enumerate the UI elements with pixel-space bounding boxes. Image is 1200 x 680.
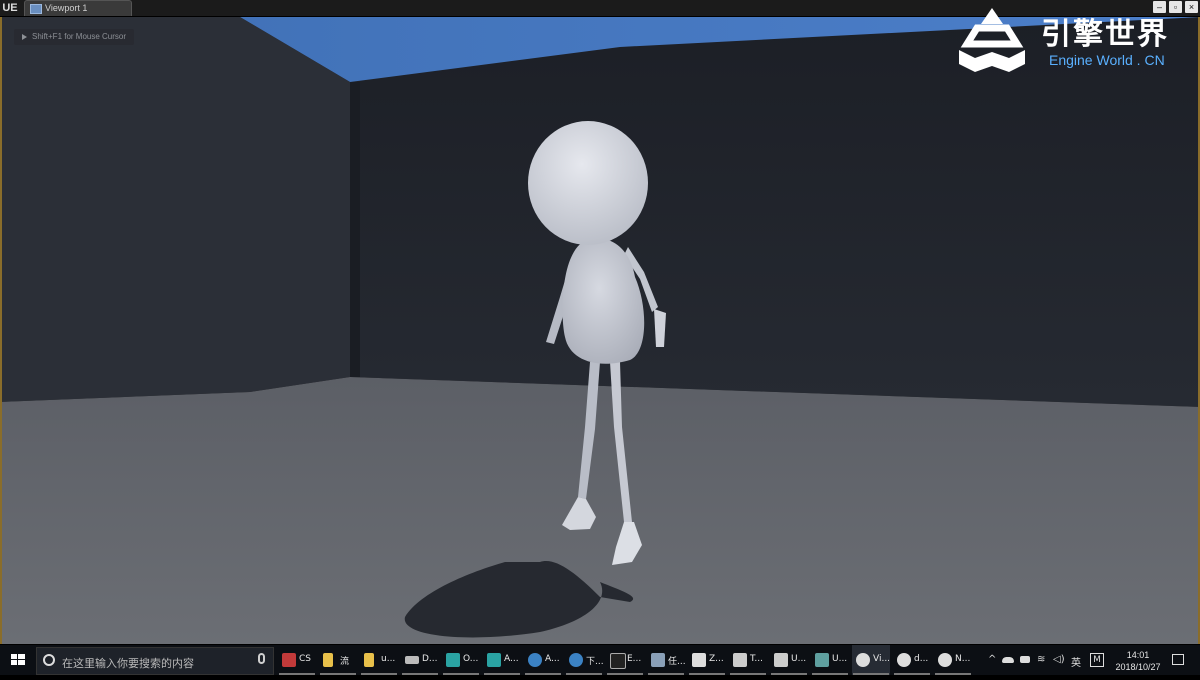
- network-icon[interactable]: ≋: [1037, 654, 1045, 665]
- ime-indicator[interactable]: M: [1090, 653, 1104, 667]
- taskbar-app[interactable]: d...: [893, 645, 931, 675]
- tab-viewport[interactable]: Viewport 1: [24, 0, 132, 16]
- taskbar-app-label: Vi...: [873, 654, 891, 664]
- uv-icon: [774, 653, 788, 667]
- unreal-icon: [938, 653, 952, 667]
- taskbar-app[interactable]: D...: [401, 645, 439, 675]
- taskbar-app[interactable]: U...: [770, 645, 808, 675]
- folder-icon: [364, 653, 374, 667]
- taskbar-app-label: N...: [955, 654, 971, 664]
- epic-icon: [610, 653, 626, 669]
- engine-world-logo-icon: [959, 8, 1025, 72]
- tool-icon: [733, 653, 747, 667]
- engine-world-watermark: 引擎世界 Engine World . CN: [955, 6, 1185, 76]
- cloud-icon[interactable]: [1002, 657, 1014, 663]
- microphone-icon[interactable]: [258, 653, 265, 664]
- taskbar-app-label: D...: [422, 654, 438, 664]
- taskbar-app-label: T...: [750, 654, 764, 664]
- download-icon: [569, 653, 583, 667]
- clock-time: 14:01: [1126, 650, 1150, 660]
- notification-icon[interactable]: [1172, 654, 1184, 665]
- taskbar-app-label: A...: [545, 654, 560, 664]
- taskbar-app[interactable]: 下...: [565, 645, 604, 675]
- taskbar-app-label: E...: [627, 654, 642, 664]
- taskbar-app[interactable]: Vi...: [852, 645, 890, 675]
- viewport-icon: [30, 4, 42, 14]
- app-icon: [528, 653, 542, 667]
- search-placeholder: 在这里输入你要搜索的内容: [62, 657, 194, 670]
- watermark-subtitle: Engine World . CN: [1049, 52, 1165, 68]
- taskbar-app[interactable]: u...: [360, 645, 398, 675]
- taskbar-app[interactable]: CS: [278, 645, 316, 675]
- photoshop-icon: [282, 653, 296, 667]
- taskbar-app-label: O...: [463, 654, 479, 664]
- taskbar-app[interactable]: T...: [729, 645, 767, 675]
- volume-icon[interactable]: ◁): [1053, 654, 1065, 665]
- viewport-3d[interactable]: Shift+F1 for Mouse Cursor: [0, 17, 1200, 644]
- taskbar-app[interactable]: E...: [606, 645, 644, 675]
- play-icon: [22, 33, 27, 40]
- taskbar-app[interactable]: 任...: [647, 645, 686, 675]
- folder-icon: [323, 653, 333, 667]
- scene-render: [2, 17, 1198, 644]
- clock-date: 2018/10/27: [1115, 662, 1161, 672]
- taskbar-app-label: d...: [914, 654, 929, 664]
- watermark-title: 引擎世界: [1041, 17, 1169, 52]
- taskbar-app-label: 任...: [668, 657, 686, 667]
- tab-label: Viewport 1: [45, 3, 88, 13]
- close-button[interactable]: ×: [1185, 1, 1198, 13]
- start-button[interactable]: [0, 645, 36, 675]
- taskbar-app-label: U...: [791, 654, 807, 664]
- cortana-icon[interactable]: [43, 654, 55, 666]
- maya-icon: [446, 653, 460, 667]
- taskbar-app-label: 流: [340, 657, 350, 667]
- zbrush-icon: [692, 653, 706, 667]
- battery-icon[interactable]: [1020, 656, 1030, 663]
- unreal-logo-icon[interactable]: UE: [2, 1, 18, 15]
- taskbar-app[interactable]: 流: [319, 645, 357, 675]
- maya-icon: [487, 653, 501, 667]
- language-indicator[interactable]: 英: [1071, 654, 1081, 669]
- hint-text: Shift+F1 for Mouse Cursor: [32, 32, 127, 41]
- windows-taskbar: 在这里输入你要搜索的内容 CS 流 u... D... O... A... A.…: [0, 645, 1200, 675]
- taskbar-app-label: A...: [504, 654, 519, 664]
- taskbar-app-label: 下...: [586, 657, 604, 667]
- taskbar-app[interactable]: U...: [811, 645, 849, 675]
- taskbar-app[interactable]: N...: [934, 645, 972, 675]
- taskbar-app[interactable]: Z...: [688, 645, 726, 675]
- taskbar-app[interactable]: A...: [483, 645, 521, 675]
- drive-icon: [405, 656, 419, 664]
- chevron-up-icon[interactable]: ^: [988, 654, 996, 665]
- taskbar-app-label: CS: [299, 654, 311, 664]
- mouse-cursor-hint: Shift+F1 for Mouse Cursor: [14, 29, 135, 45]
- taskbar-app[interactable]: O...: [442, 645, 480, 675]
- taskbar-app-label: U...: [832, 654, 848, 664]
- unreal-icon: [897, 653, 911, 667]
- taskbar-app-label: u...: [381, 654, 396, 664]
- image-icon: [815, 653, 829, 667]
- taskbar-clock[interactable]: 14:01 2018/10/27: [1108, 649, 1168, 673]
- task-icon: [651, 653, 665, 667]
- windows-logo-icon: [11, 654, 25, 665]
- taskbar-search-box[interactable]: 在这里输入你要搜索的内容: [36, 647, 274, 675]
- unreal-icon: [856, 653, 870, 667]
- taskbar-app[interactable]: A...: [524, 645, 562, 675]
- taskbar-app-label: Z...: [709, 654, 724, 664]
